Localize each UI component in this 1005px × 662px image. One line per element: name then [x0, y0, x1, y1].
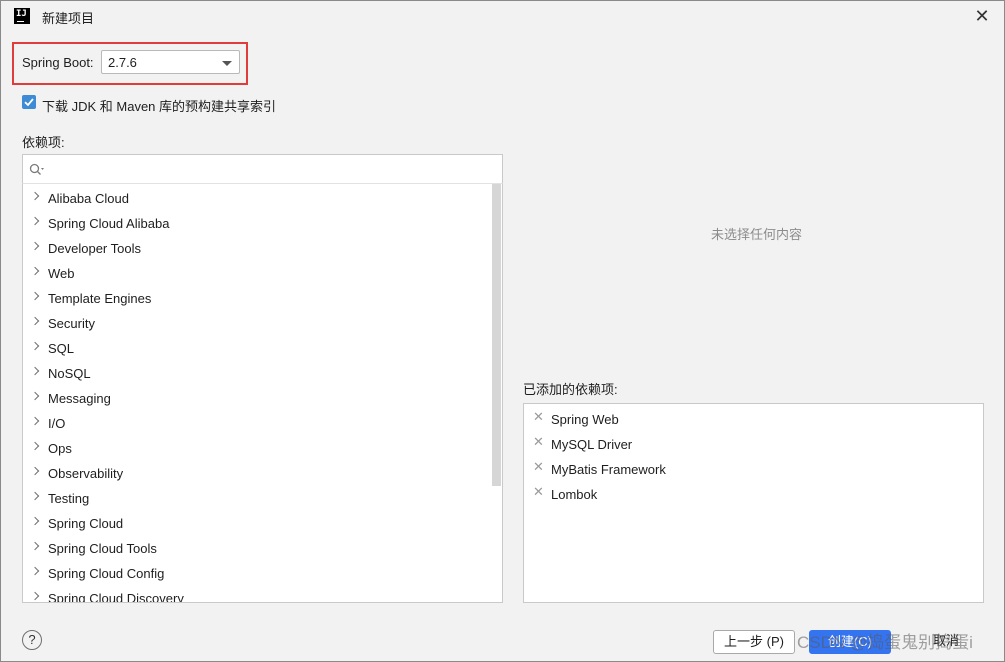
chevron-down-icon — [222, 61, 232, 66]
previous-button[interactable]: 上一步 (P) — [713, 630, 795, 654]
chevron-right-icon[interactable] — [30, 491, 40, 501]
dependency-category[interactable]: Developer Tools — [23, 236, 491, 261]
dependency-category[interactable]: NoSQL — [23, 361, 491, 386]
added-dependency-item: ✕ MySQL Driver — [524, 431, 982, 456]
added-dependency-item: ✕ MyBatis Framework — [524, 456, 982, 481]
chevron-right-icon[interactable] — [30, 366, 40, 376]
help-icon[interactable]: ? — [22, 630, 42, 650]
dependency-category-label: Spring Cloud Alibaba — [48, 216, 170, 231]
chevron-right-icon[interactable] — [30, 391, 40, 401]
dependency-category-label: Developer Tools — [48, 241, 141, 256]
dependency-category[interactable]: Messaging — [23, 386, 491, 411]
spring-boot-version-value: 2.7.6 — [108, 55, 137, 70]
dependency-category-label: Spring Cloud Config — [48, 566, 165, 581]
dependency-category-label: Messaging — [48, 391, 111, 406]
chevron-right-icon[interactable] — [30, 266, 40, 276]
chevron-right-icon[interactable] — [30, 516, 40, 526]
dependency-category-label: Template Engines — [48, 291, 152, 306]
added-dependencies-list: ✕ Spring Web ✕ MySQL Driver ✕ MyBatis Framewo… — [523, 403, 984, 603]
chevron-right-icon[interactable] — [30, 241, 40, 251]
dependency-category[interactable]: Template Engines — [23, 286, 491, 311]
dependency-category-label: Web — [48, 266, 75, 281]
window-title: 新建项目 — [42, 11, 95, 26]
dependency-category[interactable]: Spring Cloud Tools — [23, 536, 491, 561]
dependency-category[interactable]: Security — [23, 311, 491, 336]
added-dependency-item: ✕ Spring Web — [524, 406, 982, 431]
dependency-category-label: Security — [48, 316, 95, 331]
dependency-category-label: Spring Cloud Tools — [48, 541, 157, 556]
chevron-right-icon[interactable] — [30, 441, 40, 451]
dependency-category[interactable]: Web — [23, 261, 491, 286]
close-icon[interactable]: ✕ — [969, 3, 995, 29]
dependency-category[interactable]: Observability — [23, 461, 491, 486]
chevron-right-icon[interactable] — [30, 341, 40, 351]
dependency-category-label: Spring Cloud — [48, 516, 124, 531]
chevron-right-icon[interactable] — [30, 566, 40, 576]
dependency-category-label: SQL — [48, 341, 75, 356]
remove-icon[interactable]: ✕ — [533, 459, 544, 475]
dependency-category-label: Ops — [48, 441, 72, 456]
chevron-right-icon[interactable] — [30, 316, 40, 326]
dependency-search-input[interactable] — [22, 154, 503, 184]
dependency-category[interactable]: Spring Cloud Discovery — [23, 586, 491, 603]
chevron-right-icon[interactable] — [30, 466, 40, 476]
dependency-category[interactable]: Ops — [23, 436, 491, 461]
dependency-category-label: Testing — [48, 491, 90, 506]
dependency-category[interactable]: Spring Cloud Config — [23, 561, 491, 586]
chevron-right-icon[interactable] — [30, 291, 40, 301]
download-index-label[interactable]: 下载 JDK 和 Maven 库的预构建共享索引 — [42, 96, 276, 115]
download-index-checkbox[interactable] — [22, 95, 36, 109]
spring-boot-version-select[interactable]: 2.7.6 — [101, 50, 240, 74]
added-dependency-item: ✕ Lombok — [524, 481, 982, 506]
watermark: CSDN @捣蛋鬼别捣蛋i — [797, 633, 973, 652]
dependency-category[interactable]: Alibaba Cloud — [23, 186, 491, 211]
dependency-category[interactable]: Testing — [23, 486, 491, 511]
remove-icon[interactable]: ✕ — [533, 434, 544, 450]
dependency-category-label: Spring Cloud Discovery — [48, 591, 184, 603]
dependency-category[interactable]: Spring Cloud Alibaba — [23, 211, 491, 236]
dependency-category[interactable]: I/O — [23, 411, 491, 436]
remove-icon[interactable]: ✕ — [533, 409, 544, 425]
chevron-right-icon[interactable] — [30, 541, 40, 551]
added-dependency-label: Lombok — [551, 487, 598, 502]
dependency-tree: Alibaba Cloud Spring Cloud Alibaba Develop… — [22, 183, 503, 603]
title-bar: IJ 新建项目 ✕ — [1, 1, 1004, 33]
added-dependency-label: MySQL Driver — [551, 437, 633, 452]
dependency-category-label: Observability — [48, 466, 124, 481]
dependency-category-label: NoSQL — [48, 366, 91, 381]
spring-boot-label: Spring Boot: — [22, 55, 94, 70]
search-icon — [29, 163, 44, 175]
checkmark-icon — [24, 98, 34, 107]
added-dependency-label: MyBatis Framework — [551, 462, 666, 477]
chevron-right-icon[interactable] — [30, 416, 40, 426]
dependency-category[interactable]: Spring Cloud — [23, 511, 491, 536]
added-dependencies-label: 已添加的依赖项: — [523, 382, 618, 397]
added-dependency-label: Spring Web — [551, 412, 619, 427]
tree-scrollbar[interactable] — [492, 184, 501, 486]
dependencies-label: 依赖项: — [22, 135, 65, 150]
dependency-category-label: I/O — [48, 416, 66, 431]
chevron-right-icon[interactable] — [30, 191, 40, 201]
remove-icon[interactable]: ✕ — [533, 484, 544, 500]
chevron-right-icon[interactable] — [30, 216, 40, 226]
intellij-logo-icon: IJ — [14, 8, 30, 24]
no-selection-text: 未选择任何内容 — [711, 227, 803, 242]
dependency-category-label: Alibaba Cloud — [48, 191, 129, 206]
chevron-right-icon[interactable] — [30, 591, 40, 601]
dependency-category[interactable]: SQL — [23, 336, 491, 361]
